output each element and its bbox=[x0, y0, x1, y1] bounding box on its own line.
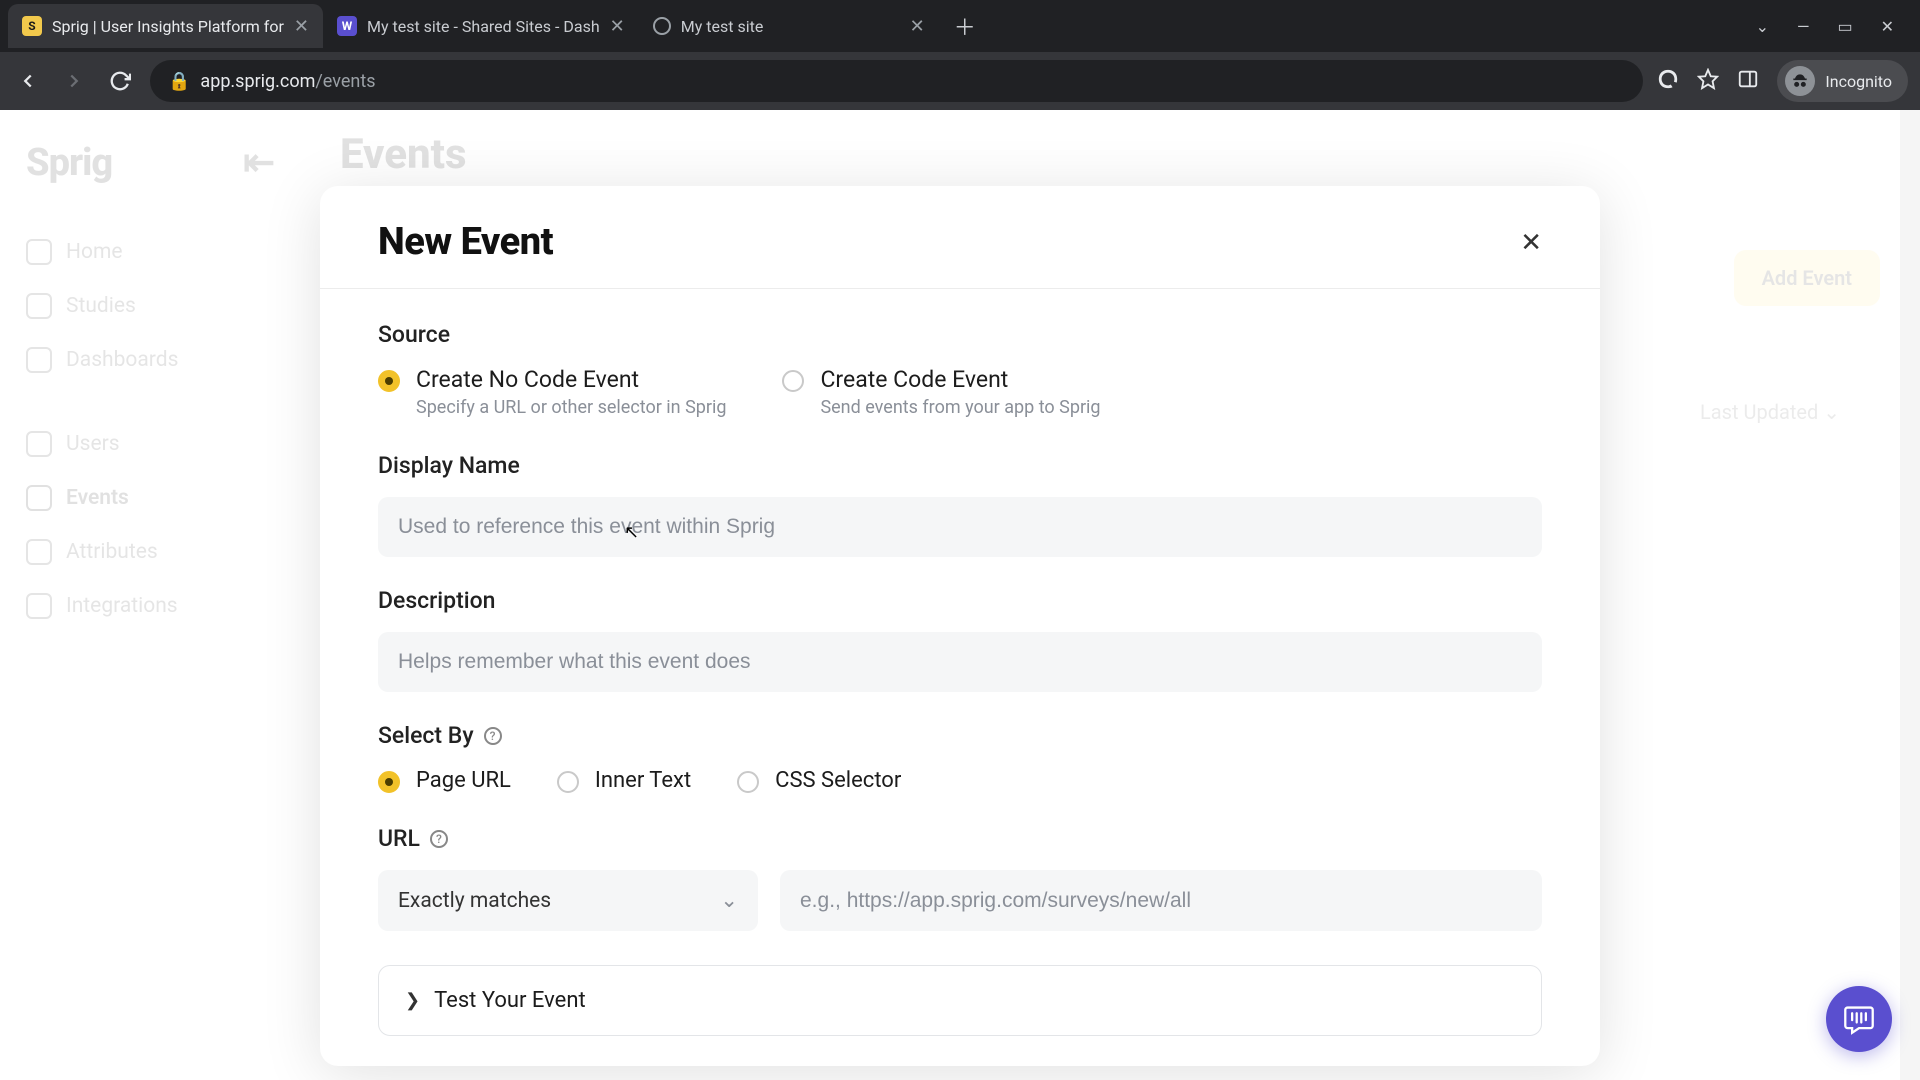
intercom-launcher[interactable] bbox=[1826, 986, 1892, 1052]
source-label: Source bbox=[378, 321, 1542, 348]
close-icon[interactable]: ✕ bbox=[610, 16, 625, 37]
side-panel-icon[interactable] bbox=[1737, 68, 1759, 94]
toolbar-icons: Incognito bbox=[1657, 60, 1908, 102]
description-label: Description bbox=[378, 587, 1542, 614]
lock-icon: 🔒 bbox=[168, 71, 190, 92]
tabs-bar: S Sprig | User Insights Platform for ✕ W… bbox=[0, 0, 1920, 52]
incognito-icon bbox=[1785, 66, 1815, 96]
maximize-icon[interactable]: ▭ bbox=[1837, 17, 1852, 36]
close-icon[interactable]: ✕ bbox=[910, 16, 925, 37]
window-controls: ⌄ ― ▭ ✕ bbox=[1756, 17, 1912, 36]
modal-body: Source Create No Code Event Specify a UR… bbox=[320, 321, 1600, 1066]
url-domain: app.sprig.com bbox=[200, 71, 315, 92]
incognito-pill[interactable]: Incognito bbox=[1777, 60, 1908, 102]
radio-title: Create No Code Event bbox=[416, 366, 726, 393]
url-path: /events bbox=[315, 71, 375, 92]
tab-testsite[interactable]: My test site ✕ bbox=[639, 4, 939, 48]
new-event-modal: New Event ✕ Source Create No Code Event … bbox=[320, 186, 1600, 1066]
divider bbox=[320, 288, 1600, 289]
radio-title: Create Code Event bbox=[820, 366, 1100, 393]
forward-button[interactable] bbox=[58, 65, 90, 97]
source-option-code[interactable]: Create Code Event Send events from your … bbox=[782, 366, 1100, 418]
close-button[interactable]: ✕ bbox=[1520, 227, 1542, 258]
favicon-sprig: S bbox=[22, 16, 42, 36]
modal-header: New Event ✕ bbox=[320, 186, 1600, 288]
new-tab-button[interactable]: ＋ bbox=[947, 8, 983, 44]
radio-icon bbox=[557, 771, 579, 793]
tab-search-icon[interactable]: ⌄ bbox=[1756, 17, 1769, 36]
minimize-icon[interactable]: ― bbox=[1797, 17, 1810, 36]
modal-overlay: New Event ✕ Source Create No Code Event … bbox=[0, 110, 1920, 1080]
radio-subtitle: Specify a URL or other selector in Sprig bbox=[416, 397, 726, 418]
radio-icon bbox=[782, 370, 804, 392]
close-icon[interactable]: ✕ bbox=[294, 16, 309, 37]
help-icon[interactable]: ? bbox=[484, 727, 502, 745]
close-window-icon[interactable]: ✕ bbox=[1881, 17, 1894, 36]
chevron-down-icon: ⌄ bbox=[720, 888, 738, 913]
url-label: URL ? bbox=[378, 825, 1542, 852]
tab-sprig[interactable]: S Sprig | User Insights Platform for ✕ bbox=[8, 4, 323, 48]
radio-subtitle: Send events from your app to Sprig bbox=[820, 397, 1100, 418]
url-field[interactable]: 🔒 app.sprig.com/events bbox=[150, 60, 1643, 102]
select-by-label: Select By ? bbox=[378, 722, 1542, 749]
page: Sprig ⇤ Home Studies Dashboards Users Ev… bbox=[0, 110, 1920, 1080]
select-by-css-selector[interactable]: CSS Selector bbox=[737, 767, 901, 793]
select-by-page-url[interactable]: Page URL bbox=[378, 767, 511, 793]
select-by-inner-text[interactable]: Inner Text bbox=[557, 767, 691, 793]
test-event-label: Test Your Event bbox=[434, 988, 586, 1013]
favicon-blank bbox=[653, 17, 671, 35]
source-option-no-code[interactable]: Create No Code Event Specify a URL or ot… bbox=[378, 366, 726, 418]
radio-title: CSS Selector bbox=[775, 768, 901, 793]
favicon-webflow: W bbox=[337, 16, 357, 36]
url-input[interactable] bbox=[780, 870, 1542, 931]
radio-title: Inner Text bbox=[595, 768, 691, 793]
select-value: Exactly matches bbox=[398, 889, 551, 913]
tab-title: My test site bbox=[681, 17, 900, 36]
reload-button[interactable] bbox=[104, 65, 136, 97]
description-input[interactable] bbox=[378, 632, 1542, 692]
tab-title: My test site - Shared Sites - Dash bbox=[367, 17, 600, 36]
incognito-label: Incognito bbox=[1825, 72, 1892, 91]
chevron-right-icon: ❯ bbox=[405, 990, 420, 1011]
display-name-input[interactable] bbox=[378, 497, 1542, 557]
modal-title: New Event bbox=[378, 220, 553, 264]
browser-chrome: S Sprig | User Insights Platform for ✕ W… bbox=[0, 0, 1920, 110]
select-by-radio-group: Page URL Inner Text CSS Selector bbox=[378, 767, 1542, 793]
radio-icon bbox=[378, 771, 400, 793]
tab-dashboard[interactable]: W My test site - Shared Sites - Dash ✕ bbox=[323, 4, 639, 48]
match-type-select[interactable]: Exactly matches ⌄ bbox=[378, 870, 758, 931]
radio-icon bbox=[737, 771, 759, 793]
back-button[interactable] bbox=[12, 65, 44, 97]
tab-title: Sprig | User Insights Platform for bbox=[52, 17, 284, 36]
display-name-label: Display Name bbox=[378, 452, 1542, 479]
test-event-panel[interactable]: ❯ Test Your Event bbox=[378, 965, 1542, 1036]
bookmark-icon[interactable] bbox=[1697, 68, 1719, 94]
radio-title: Page URL bbox=[416, 768, 511, 793]
help-icon[interactable]: ? bbox=[430, 830, 448, 848]
source-radio-group: Create No Code Event Specify a URL or ot… bbox=[378, 366, 1542, 418]
radio-icon bbox=[378, 370, 400, 392]
address-bar: 🔒 app.sprig.com/events Incognito bbox=[0, 52, 1920, 110]
incognito-tracker-icon[interactable] bbox=[1657, 68, 1679, 94]
url-row: Exactly matches ⌄ bbox=[378, 870, 1542, 931]
